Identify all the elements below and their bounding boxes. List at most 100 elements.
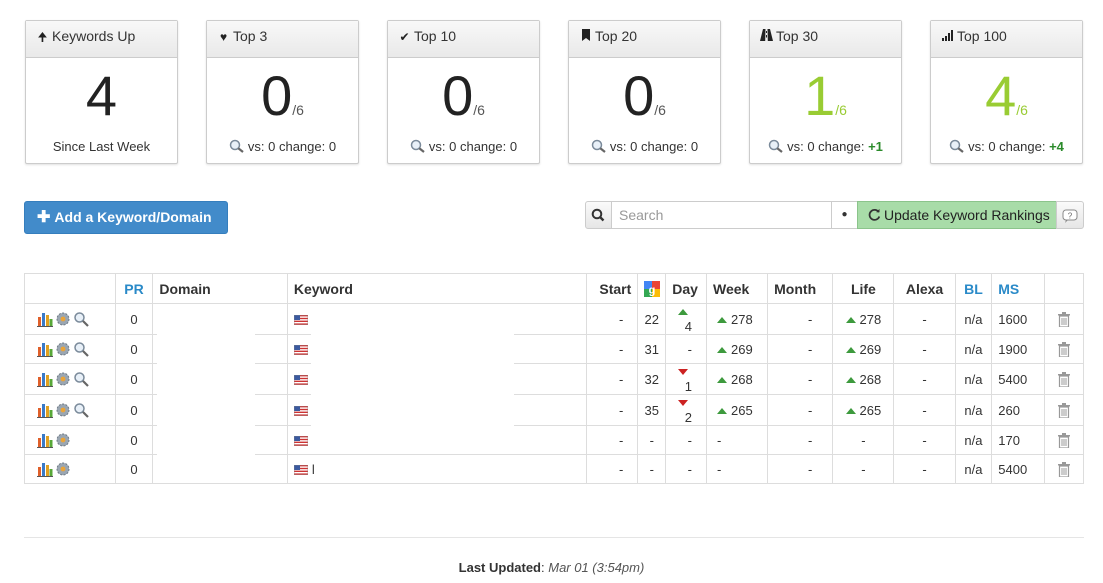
gear-icon[interactable] (55, 461, 71, 477)
delete-cell[interactable] (1044, 363, 1084, 395)
change-value: +1 (868, 139, 883, 154)
ms-cell: 5400 (991, 363, 1046, 395)
card-title: Top 20 (595, 28, 638, 44)
card-value: 0/6 (442, 64, 485, 127)
card-footer: vs: 0 change: 0 (207, 139, 358, 154)
start-cell: - (586, 454, 639, 484)
search-icon (591, 208, 605, 222)
us-flag-icon (293, 345, 308, 356)
gear-icon[interactable] (55, 432, 71, 448)
pr-cell: 0 (114, 334, 154, 364)
delete-cell[interactable] (1044, 394, 1084, 426)
card-top-3: ♥ Top 3 0/6 vs: 0 change: 0 (206, 20, 359, 164)
gear-icon[interactable] (55, 311, 71, 327)
week-cell: 265 (706, 394, 769, 426)
delete-cell[interactable] (1044, 454, 1084, 484)
search-options-button[interactable]: ● (831, 201, 858, 229)
magnifier-icon[interactable] (73, 341, 89, 358)
life-cell: 268 (832, 363, 895, 395)
week-cell: 278 (706, 303, 769, 335)
week-cell: - (706, 425, 769, 455)
google-rank-cell: 31 (637, 334, 667, 364)
magnifier-icon[interactable] (73, 371, 89, 388)
bl-column-header[interactable]: BL (954, 273, 993, 304)
arrow-up-icon (717, 376, 728, 383)
trash-icon[interactable] (1058, 312, 1071, 328)
magnifier-icon (410, 139, 425, 153)
trash-icon[interactable] (1058, 433, 1071, 449)
month-cell: - (767, 363, 834, 395)
start-cell: - (586, 334, 639, 364)
chart-icon[interactable] (37, 402, 53, 419)
magnifier-icon[interactable] (73, 311, 89, 328)
search-input[interactable]: Search (611, 201, 832, 229)
trash-icon[interactable] (1058, 342, 1071, 358)
arrow-up-icon (717, 346, 728, 353)
us-flag-icon (293, 465, 308, 476)
plus-icon: ✚ (37, 209, 51, 226)
arrow-down-icon (678, 369, 689, 375)
arrow-up-icon (678, 309, 689, 315)
chart-icon[interactable] (37, 311, 53, 328)
trash-icon[interactable] (1058, 403, 1071, 419)
trash-icon[interactable] (1058, 372, 1071, 388)
chart-icon[interactable] (37, 432, 53, 449)
search-button[interactable] (585, 201, 612, 229)
life-column-header: Life (832, 273, 895, 304)
start-cell: - (586, 425, 639, 455)
day-column-header: Day (665, 273, 708, 304)
keyword-column-header: Keyword (286, 273, 588, 304)
magnifier-icon (949, 139, 964, 153)
magnifier-icon[interactable] (73, 402, 89, 419)
add-keyword-domain-button[interactable]: ✚ Add a Keyword/Domain (24, 201, 228, 234)
magnifier-icon (591, 139, 606, 153)
arrow-up-icon (845, 316, 856, 323)
pr-cell: 0 (114, 394, 154, 426)
google-column-header: g (637, 273, 667, 304)
gear-icon[interactable] (55, 371, 71, 387)
google-rank-cell: 35 (637, 394, 667, 426)
card-value: 0/6 (261, 64, 304, 127)
google-rank-cell: - (637, 454, 667, 484)
actions-column-header (24, 273, 116, 304)
card-top-20: Top 20 0/6 vs: 0 change: 0 (568, 20, 721, 164)
alexa-cell: - (893, 454, 956, 484)
row-actions (24, 363, 116, 395)
chart-icon[interactable] (37, 341, 53, 358)
month-cell: - (767, 425, 834, 455)
life-cell: - (832, 425, 895, 455)
google-rank-cell: 32 (637, 363, 667, 395)
update-keyword-rankings-button[interactable]: Update Keyword Rankings (857, 201, 1057, 229)
day-cell: 2 (665, 394, 708, 426)
help-button[interactable]: ? (1056, 201, 1084, 229)
start-cell: - (586, 394, 639, 426)
ms-column-header[interactable]: MS (991, 273, 1046, 304)
chart-icon[interactable] (37, 461, 53, 478)
signal-icon (941, 22, 954, 52)
card-top-30: Top 30 1/6 vs: 0 change: +1 (749, 20, 902, 164)
row-actions (24, 334, 116, 364)
gear-icon[interactable] (55, 402, 71, 418)
alexa-column-header: Alexa (893, 273, 956, 304)
delete-cell[interactable] (1044, 334, 1084, 364)
ms-cell: 260 (991, 394, 1046, 426)
week-cell: 268 (706, 363, 769, 395)
pr-column-header[interactable]: PR (114, 273, 154, 304)
week-cell: - (706, 454, 769, 484)
us-flag-icon (293, 375, 308, 386)
delete-cell[interactable] (1044, 425, 1084, 455)
table-header-row: PR Domain Keyword Start g Day Week Month… (24, 273, 1084, 304)
row-actions (24, 454, 116, 484)
svg-text:g: g (648, 285, 655, 297)
month-cell: - (767, 454, 834, 484)
google-icon: g (643, 281, 660, 298)
gear-icon[interactable] (55, 341, 71, 357)
delete-cell[interactable] (1044, 303, 1084, 335)
arrow-down-icon (678, 400, 689, 406)
chart-icon[interactable] (37, 371, 53, 388)
redaction-keyword (311, 311, 514, 447)
bl-cell: n/a (954, 394, 993, 426)
bookmark-icon (579, 22, 592, 52)
trash-icon[interactable] (1058, 462, 1071, 478)
day-cell: 1 (665, 363, 708, 395)
